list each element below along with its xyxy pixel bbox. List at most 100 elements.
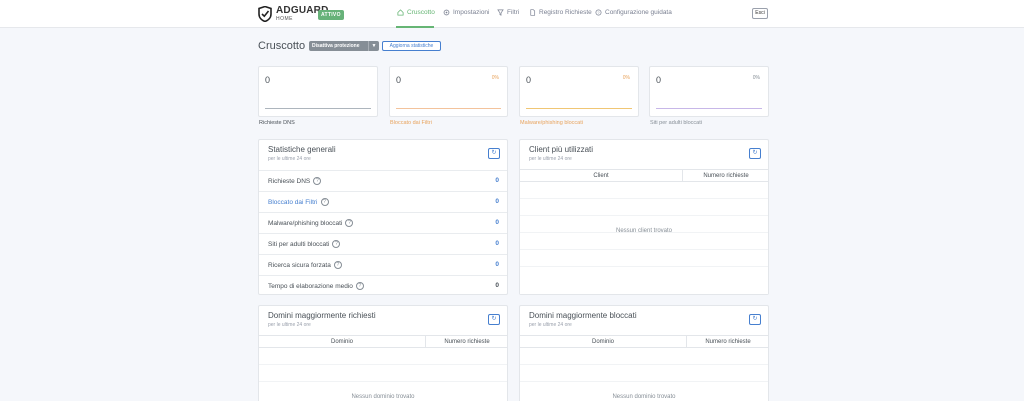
summary-percent: 0% — [752, 75, 760, 81]
refresh-icon[interactable]: ↻ — [749, 314, 761, 325]
card-subtitle: per le ultime 24 ore — [529, 156, 572, 162]
refresh-icon[interactable]: ↻ — [749, 148, 761, 159]
stat-row: Malware/phishing bloccati? 0 — [259, 212, 507, 233]
nav-label: Filtri — [507, 9, 520, 16]
nav-query-log[interactable]: Registro Richieste — [529, 9, 592, 16]
nav-label: Registro Richieste — [539, 9, 592, 16]
table-body: Nessun client trovato — [520, 182, 768, 294]
summary-sparkline — [526, 108, 632, 109]
summary-value: 0 — [265, 75, 271, 85]
page-title: Cruscotto — [258, 40, 306, 52]
document-icon — [530, 9, 536, 16]
top-clients-card: Client più utilizzati per le ultime 24 o… — [519, 139, 769, 295]
summary-sparkline — [265, 108, 371, 109]
stat-label: Ricerca sicura forzata? — [268, 261, 342, 269]
top-blocked-domains-card: Domini maggiormente bloccati per le ulti… — [519, 305, 769, 401]
column-header-domain[interactable]: Dominio — [259, 339, 425, 345]
help-icon[interactable]: ? — [333, 261, 342, 269]
table-header: Dominio Numero richieste — [520, 335, 768, 348]
stat-row: Tempo di elaborazione medio? 0 — [259, 275, 507, 296]
disable-protection-button[interactable]: Disattiva protezione ▼ — [309, 41, 379, 51]
home-icon — [397, 9, 404, 16]
stat-row: Bloccato dai Filtri? 0 — [259, 191, 507, 212]
refresh-icon[interactable]: ↻ — [488, 314, 500, 325]
card-subtitle: per le ultime 24 ore — [268, 322, 311, 328]
nav-setup-guide[interactable]: ? Configurazione guidata — [595, 9, 672, 16]
card-title: Client più utilizzati — [529, 145, 594, 154]
chevron-down-icon[interactable]: ▼ — [368, 41, 379, 51]
summary-label: Siti per adulti bloccati — [650, 120, 702, 126]
stat-label: Malware/phishing bloccati? — [268, 219, 354, 227]
row-divider — [259, 364, 507, 365]
summary-percent: 0% — [491, 75, 499, 81]
card-title: Statistiche generali — [268, 145, 336, 154]
stat-row: Richieste DNS? 0 — [259, 170, 507, 191]
summary-card-malware: 0 0% — [519, 66, 639, 117]
row-divider — [520, 266, 768, 267]
filter-icon — [497, 9, 504, 16]
top-navbar: ADGUARD HOME ATTIVO Cruscotto Impostazio… — [0, 0, 1024, 28]
nav-label: Cruscotto — [407, 9, 435, 16]
row-divider — [520, 215, 768, 216]
table-body: Nessun dominio trovato — [259, 348, 507, 401]
refresh-statistics-button[interactable]: Aggiorna statistiche — [382, 41, 441, 51]
help-icon[interactable]: ? — [345, 219, 354, 227]
stat-row: Siti per adulti bloccati? 0 — [259, 233, 507, 254]
general-stats-card: Statistiche generali per le ultime 24 or… — [258, 139, 508, 295]
help-icon[interactable]: ? — [320, 198, 329, 206]
gear-icon — [443, 9, 450, 16]
stat-row: Ricerca sicura forzata? 0 — [259, 254, 507, 275]
stat-value: 0 — [495, 198, 499, 205]
disable-protection-label: Disattiva protezione — [312, 43, 360, 49]
table-header: Dominio Numero richieste — [259, 335, 507, 348]
summary-value: 0 — [396, 75, 402, 85]
refresh-icon[interactable]: ↻ — [488, 148, 500, 159]
column-header-requests[interactable]: Numero richieste — [687, 339, 769, 345]
stat-label: Tempo di elaborazione medio? — [268, 282, 364, 290]
column-header-domain[interactable]: Dominio — [520, 339, 686, 345]
summary-label: Malware/phishing bloccati — [520, 120, 583, 126]
active-tab-indicator — [396, 26, 434, 28]
row-divider — [520, 364, 768, 365]
summary-label: Bloccato dai Filtri — [390, 120, 432, 126]
empty-message: Nessun dominio trovato — [612, 394, 676, 400]
shield-icon — [258, 6, 272, 22]
summary-sparkline — [396, 108, 501, 109]
help-icon[interactable]: ? — [332, 240, 341, 248]
stat-label: Richieste DNS? — [268, 177, 322, 185]
column-header-requests[interactable]: Numero richieste — [426, 339, 508, 345]
nav-dashboard[interactable]: Cruscotto — [397, 9, 435, 16]
summary-label: Richieste DNS — [259, 120, 295, 126]
empty-message: Nessun dominio trovato — [351, 394, 415, 400]
stat-label[interactable]: Bloccato dai Filtri? — [268, 198, 329, 206]
help-icon[interactable]: ? — [355, 282, 364, 290]
summary-card-blocked: 0 0% — [389, 66, 508, 117]
nav-filters[interactable]: Filtri — [497, 9, 519, 16]
stat-label: Siti per adulti bloccati? — [268, 240, 341, 248]
top-queried-domains-card: Domini maggiormente richiesti per le ult… — [258, 305, 508, 401]
card-subtitle: per le ultime 24 ore — [268, 156, 311, 162]
stat-value: 0 — [495, 261, 499, 268]
status-badge: ATTIVO — [318, 10, 344, 20]
empty-message: Nessun client trovato — [615, 228, 673, 234]
row-divider — [520, 198, 768, 199]
help-circle-icon: ? — [595, 9, 602, 16]
stat-value: 0 — [495, 219, 499, 226]
stat-value: 0 — [495, 282, 499, 289]
card-title: Domini maggiormente bloccati — [529, 311, 637, 320]
nav-label: Impostazioni — [453, 9, 490, 16]
summary-value: 0 — [656, 75, 662, 85]
logout-button[interactable]: Esci — [752, 8, 768, 19]
column-header-client[interactable]: Client — [520, 173, 682, 179]
summary-card-dns: 0 — [258, 66, 378, 117]
nav-settings[interactable]: Impostazioni — [443, 9, 490, 16]
nav-label: Configurazione guidata — [605, 9, 672, 16]
summary-percent: 0% — [622, 75, 630, 81]
summary-sparkline — [656, 108, 762, 109]
summary-value: 0 — [526, 75, 532, 85]
stat-value: 0 — [495, 177, 499, 184]
table-header: Client Numero richieste — [520, 169, 768, 182]
card-title: Domini maggiormente richiesti — [268, 311, 376, 320]
column-header-requests[interactable]: Numero richieste — [683, 173, 769, 179]
help-icon[interactable]: ? — [313, 177, 322, 185]
